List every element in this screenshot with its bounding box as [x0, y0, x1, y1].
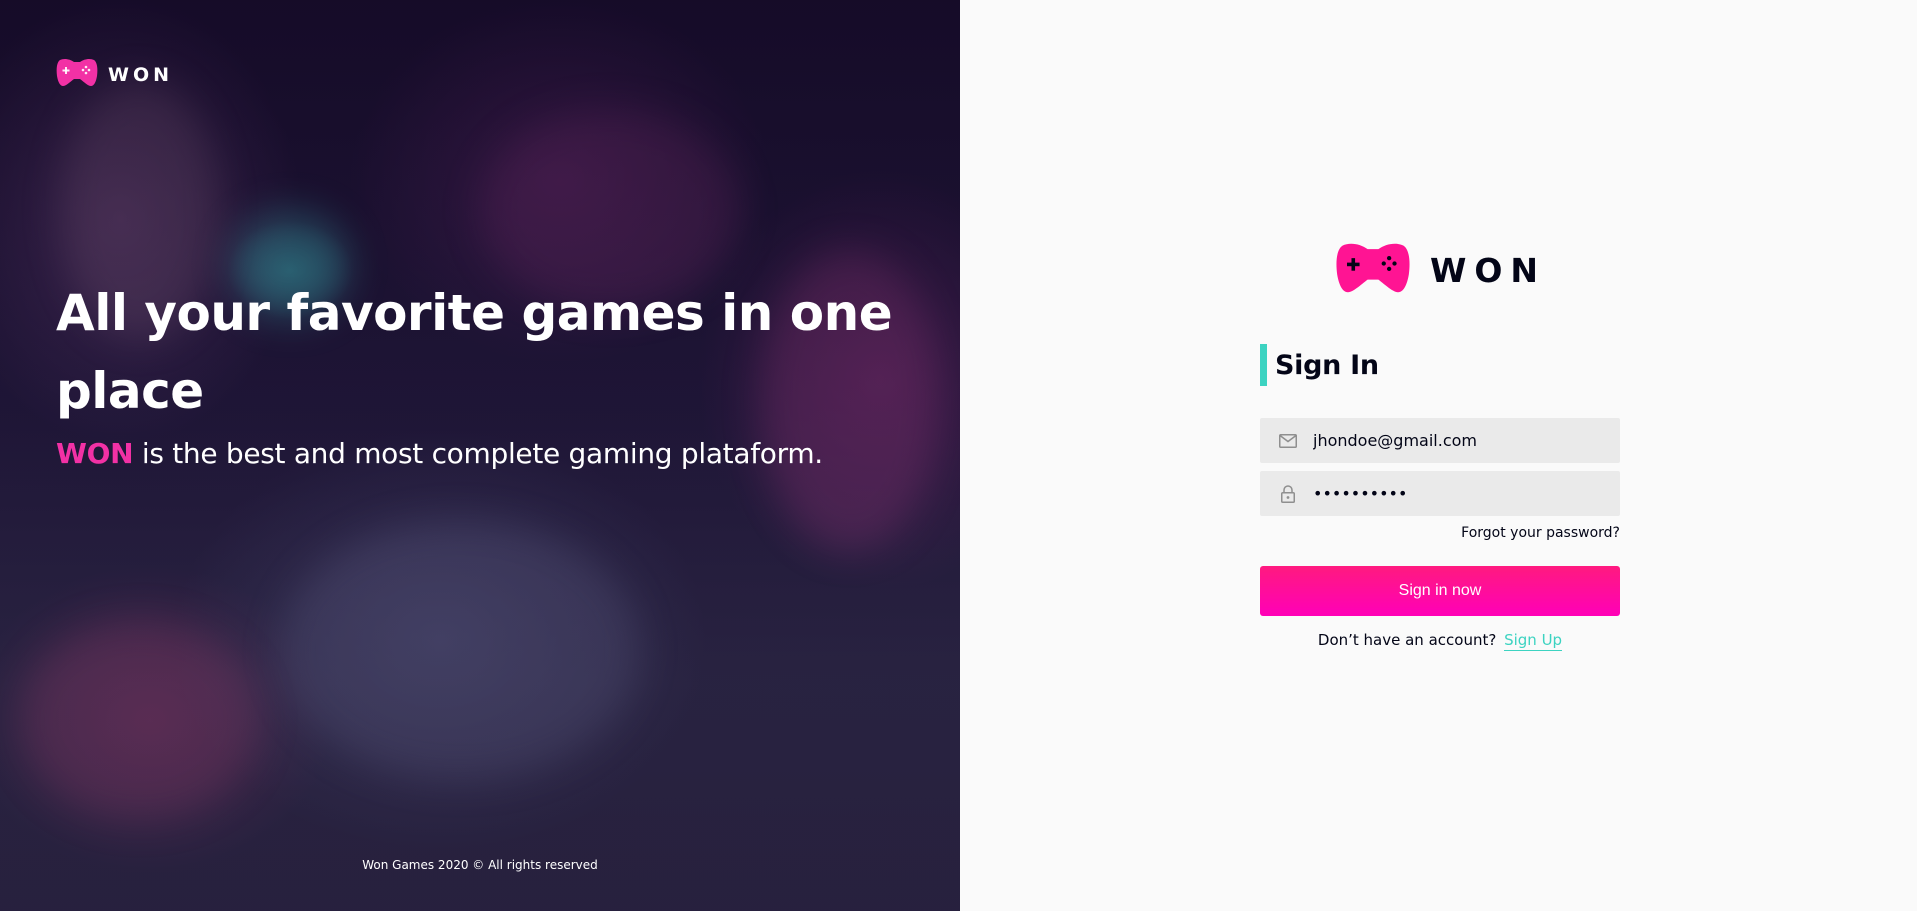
sign-in-heading: Sign In [1260, 344, 1620, 386]
sign-in-form-wrapper: WON Sign In jhondoe@gmail.com ••••••••••… [1260, 242, 1620, 651]
sign-in-panel: WON Sign In jhondoe@gmail.com ••••••••••… [960, 0, 1917, 911]
sign-in-button[interactable]: Sign in now [1260, 566, 1620, 616]
brand-name: WON [56, 437, 134, 470]
banner-title: All your favorite games in one place [56, 284, 893, 420]
lock-icon [1279, 484, 1297, 503]
gamepad-icon [56, 58, 98, 91]
forgot-password-link[interactable]: Forgot your password? [1260, 525, 1620, 541]
sign-up-prompt: Don’t have an account? Sign Up [1260, 631, 1620, 651]
heading-accent-bar [1260, 344, 1267, 386]
sign-up-prompt-text: Don’t have an account? [1317, 631, 1497, 649]
form-logo[interactable]: WON [1260, 242, 1620, 298]
gamepad-icon [1334, 242, 1412, 298]
email-icon [1279, 432, 1297, 450]
email-input[interactable] [1313, 431, 1603, 450]
banner: WON All your favorite games in one place… [0, 0, 960, 911]
sign-in-title: Sign In [1275, 349, 1379, 381]
banner-footer: Won Games 2020 © All rights reserved [362, 858, 598, 872]
banner-subtitle: WON is the best and most complete gaming… [56, 434, 936, 474]
sign-in-form: Forgot your password? Sign in now Don’t … [1260, 418, 1620, 651]
logo-wordmark: WON [108, 63, 174, 86]
password-field[interactable] [1260, 471, 1620, 516]
banner-logo[interactable]: WON [56, 58, 173, 91]
sign-up-link[interactable]: Sign Up [1504, 631, 1563, 651]
banner-subtitle-text: is the best and most complete gaming pla… [133, 437, 823, 470]
banner-content: All your favorite games in one place WON… [56, 274, 936, 474]
email-field[interactable] [1260, 418, 1620, 463]
logo-wordmark: WON [1429, 250, 1547, 290]
sign-in-page: WON All your favorite games in one place… [0, 0, 1917, 911]
password-input[interactable] [1313, 484, 1603, 503]
